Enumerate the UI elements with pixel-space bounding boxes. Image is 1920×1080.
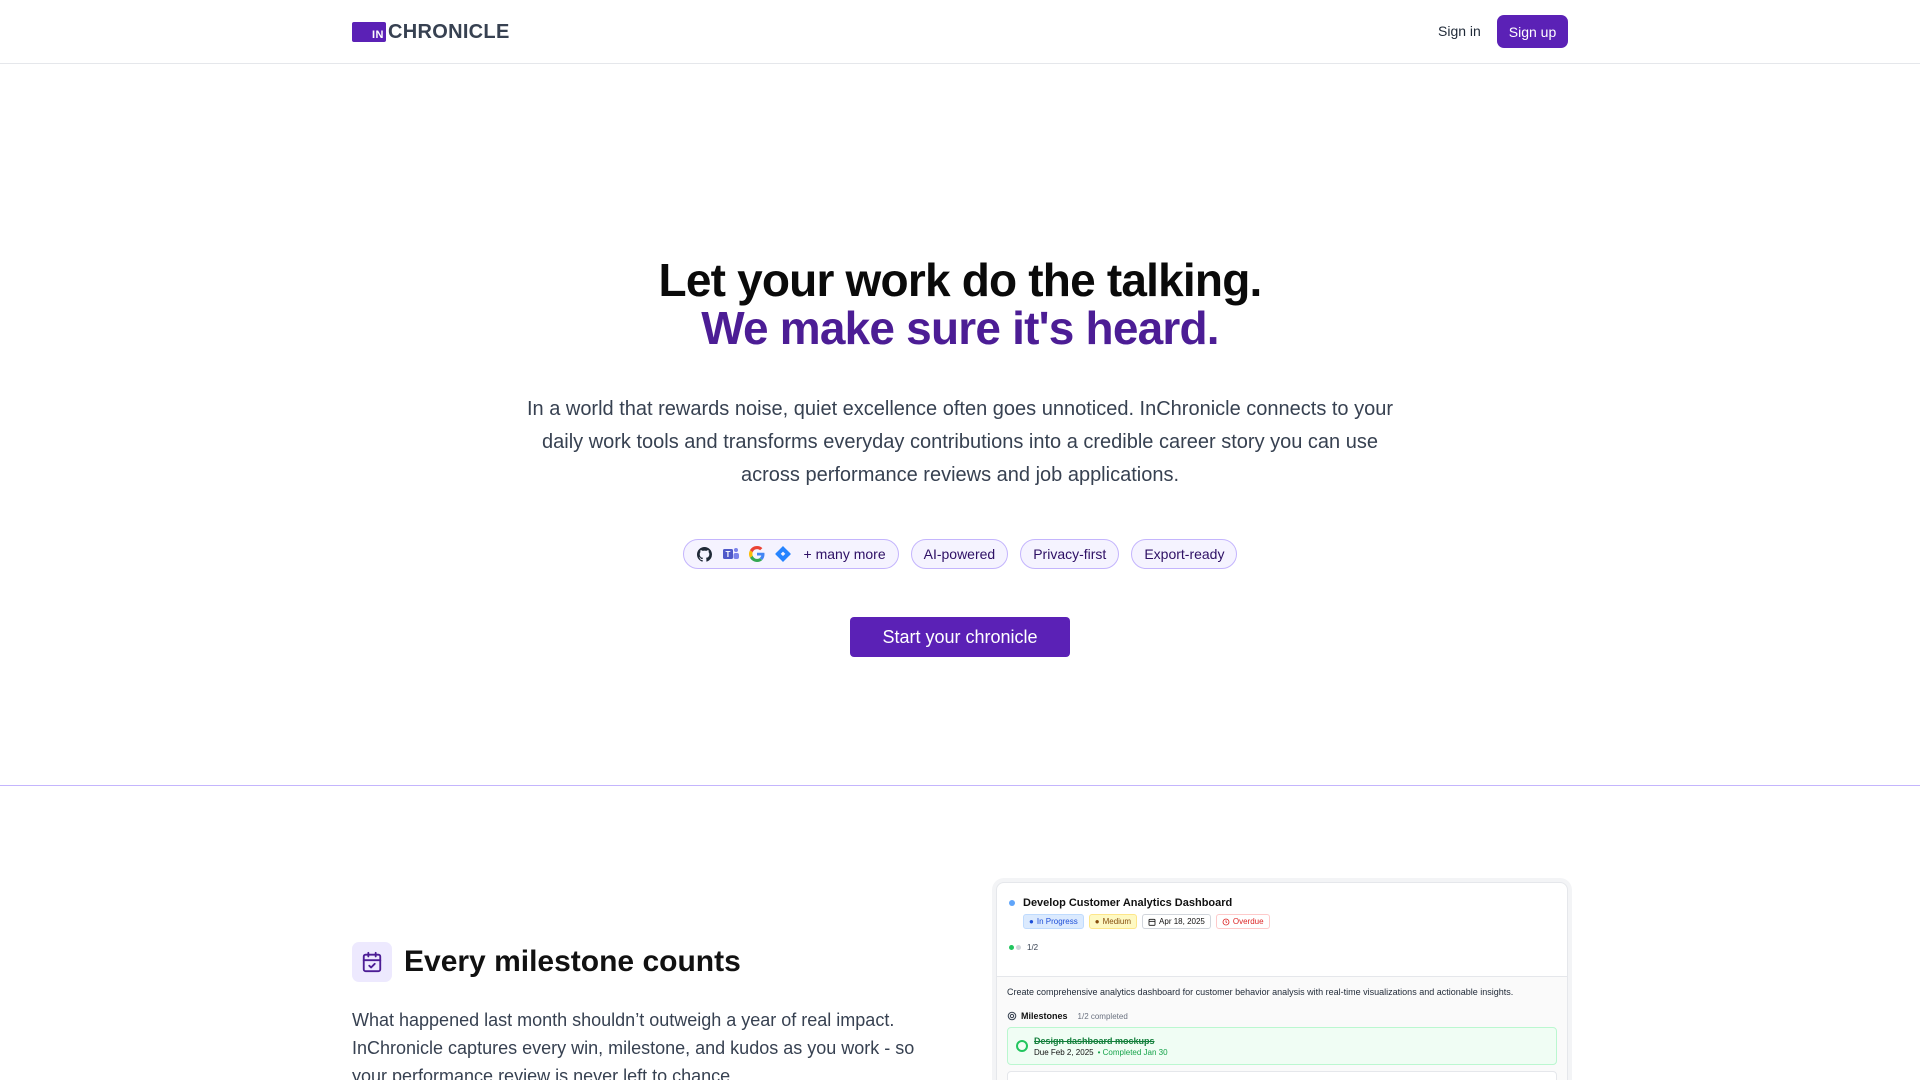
hero-title-line-1: Let your work do the talking. bbox=[658, 254, 1263, 306]
integrations-more-label: + many more bbox=[803, 546, 886, 562]
task-description: Create comprehensive analytics dashboard… bbox=[1007, 987, 1514, 997]
chip-privacy-first: Privacy-first bbox=[1020, 539, 1120, 569]
svg-text:T: T bbox=[725, 550, 730, 559]
chip-ai-powered: AI-powered bbox=[910, 539, 1009, 569]
status-badge: ● In Progress bbox=[1023, 914, 1084, 929]
target-icon bbox=[1007, 1011, 1017, 1021]
task-title: Develop Customer Analytics Dashboard bbox=[1023, 897, 1233, 909]
milestone-meta: Due Feb 2, 2025 • Completed Jan 30 bbox=[1034, 1047, 1168, 1057]
google-icon bbox=[748, 545, 766, 563]
due-date-badge: Apr 18, 2025 bbox=[1142, 914, 1211, 929]
jira-icon bbox=[774, 545, 792, 563]
start-chronicle-button[interactable]: Start your chronicle bbox=[850, 617, 1070, 657]
hero-title: Let your work do the talking. We make su… bbox=[0, 256, 1920, 352]
logo[interactable]: IN CHRONICLE bbox=[352, 22, 510, 42]
hero-description: In a world that rewards noise, quiet exc… bbox=[526, 398, 1394, 486]
progress-dot-done bbox=[1009, 945, 1014, 950]
calendar-icon bbox=[1148, 918, 1156, 926]
task-preview-card: Develop Customer Analytics Dashboard ● I… bbox=[996, 882, 1568, 1080]
milestone-complete-icon bbox=[1016, 1040, 1028, 1052]
calendar-check-icon bbox=[352, 942, 392, 982]
top-nav: IN CHRONICLE Sign in Sign up bbox=[0, 0, 1920, 64]
sign-in-link[interactable]: Sign in bbox=[1438, 23, 1481, 39]
task-header: Develop Customer Analytics Dashboard ● I… bbox=[997, 883, 1567, 977]
milestone-item: Design dashboard mockups Due Feb 2, 2025… bbox=[1007, 1027, 1557, 1065]
feature-title: Every milestone counts bbox=[404, 945, 741, 978]
feature-chips: T + many more AI-powered Privacy-first E… bbox=[0, 539, 1920, 569]
progress-dot-pending bbox=[1016, 945, 1021, 950]
priority-badge: ● Medium bbox=[1088, 914, 1138, 929]
hero-title-line-2: We make sure it's heard. bbox=[701, 302, 1219, 354]
clock-icon bbox=[1222, 918, 1230, 925]
milestone-progress: 1/2 bbox=[1009, 943, 1555, 952]
feature-description: What happened last month shouldn’t outwe… bbox=[352, 1010, 915, 1080]
task-body: Create comprehensive analytics dashboard… bbox=[997, 977, 1567, 1080]
overdue-badge: Overdue bbox=[1215, 914, 1270, 929]
milestone-name: Design dashboard mockups bbox=[1034, 1035, 1155, 1046]
teams-icon: T bbox=[722, 545, 740, 563]
milestones-header: Milestones 1/2 completed bbox=[1007, 1011, 1557, 1021]
status-dot-icon bbox=[1009, 900, 1015, 906]
chip-integrations: T + many more bbox=[682, 539, 899, 569]
chip-export-ready: Export-ready bbox=[1131, 539, 1238, 569]
task-badges: ● In Progress ● Medium Apr 18, 2025 Over… bbox=[1023, 914, 1555, 929]
github-icon bbox=[696, 545, 714, 563]
section-divider bbox=[0, 785, 1920, 786]
logo-text: CHRONICLE bbox=[388, 21, 510, 43]
milestone-item bbox=[1007, 1071, 1557, 1080]
sign-up-button[interactable]: Sign up bbox=[1497, 15, 1568, 48]
logo-mark: IN bbox=[352, 22, 386, 42]
